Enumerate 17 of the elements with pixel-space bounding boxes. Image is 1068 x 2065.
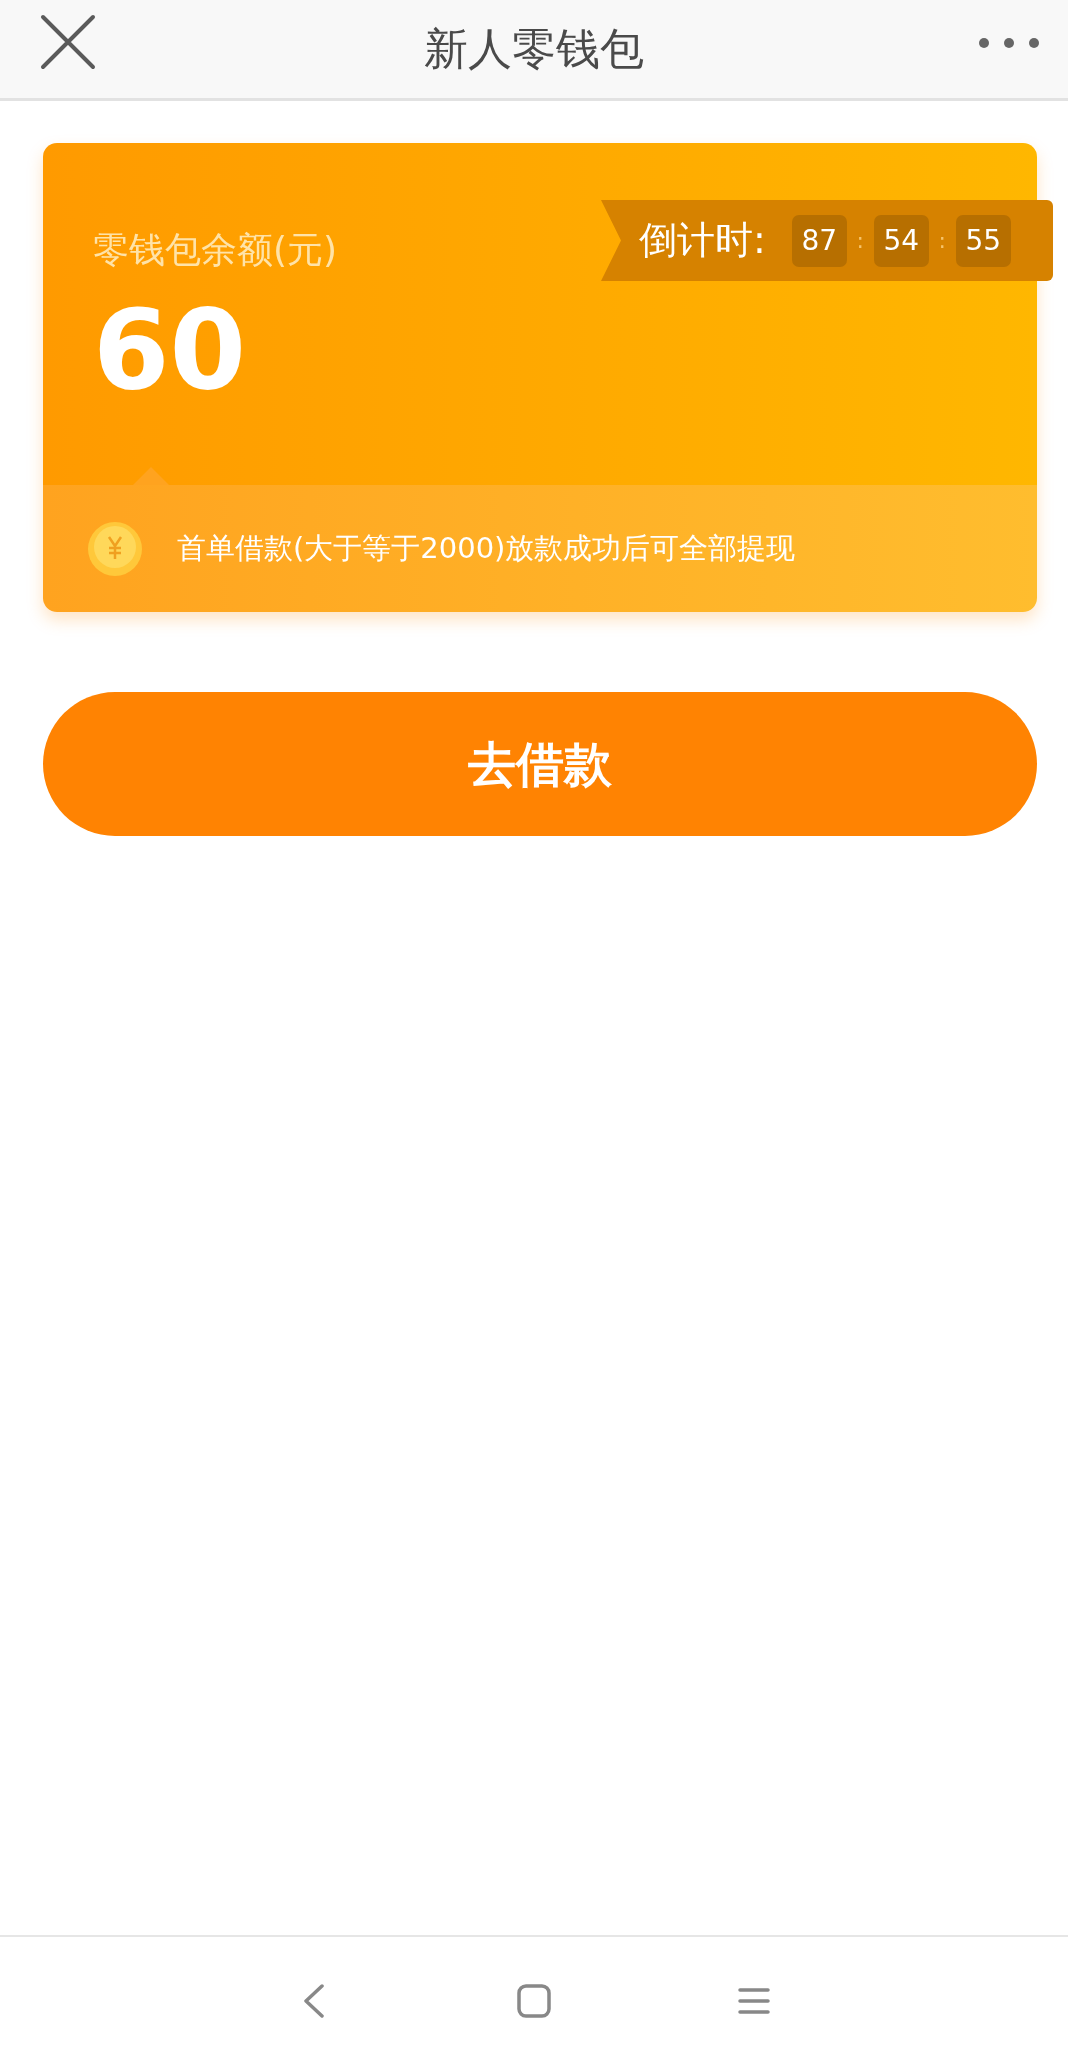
- menu-icon[interactable]: [738, 1987, 770, 2015]
- page-title: 新人零钱包: [424, 22, 644, 76]
- countdown-digits: 87: [791, 214, 847, 267]
- countdown-separator: :: [937, 227, 947, 255]
- more-button[interactable]: [978, 36, 1040, 50]
- note-text: 首单借款(大于等于2000)放款成功后可全部提现: [177, 529, 796, 567]
- countdown-label: 倒计时:: [639, 217, 766, 264]
- countdown-separator: :: [855, 227, 865, 255]
- home-icon[interactable]: [517, 1984, 551, 2018]
- back-icon[interactable]: [302, 1984, 326, 2018]
- coin-icon: [87, 520, 143, 577]
- borrow-button[interactable]: 去借款: [43, 692, 1037, 836]
- countdown-digits: 54: [873, 214, 929, 267]
- countdown-digits: 55: [955, 214, 1011, 267]
- balance-label: 零钱包余额(元): [93, 228, 338, 272]
- close-button[interactable]: [40, 14, 96, 70]
- balance-amount: 60: [93, 295, 247, 405]
